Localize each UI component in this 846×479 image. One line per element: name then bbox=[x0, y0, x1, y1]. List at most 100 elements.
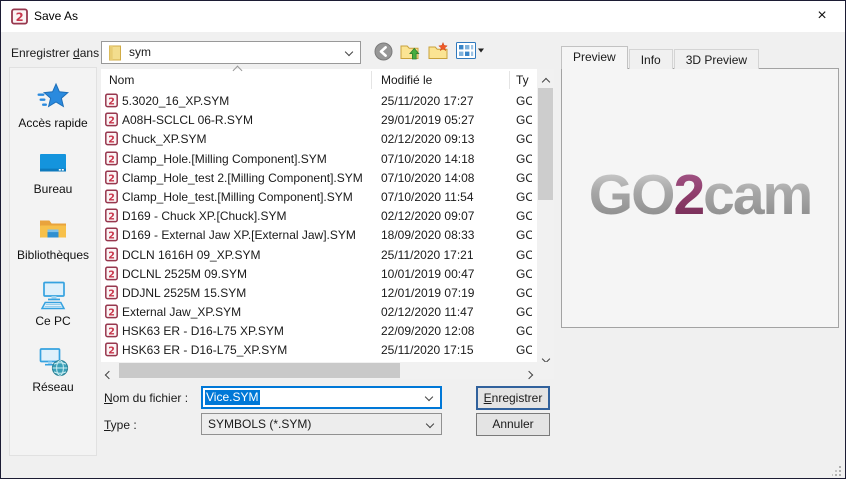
file-modified: 10/01/2019 00:47 bbox=[381, 267, 474, 281]
file-name: Clamp_Hole_test 2.[Milling Component].SY… bbox=[122, 171, 363, 185]
go2cam-file-icon: 2 bbox=[105, 93, 118, 108]
libraries-icon bbox=[37, 213, 69, 245]
vertical-scrollbar[interactable] bbox=[537, 69, 554, 362]
sidebar-item-network[interactable]: Réseau bbox=[10, 345, 96, 394]
title-bar[interactable]: 2 Save As × bbox=[1, 1, 845, 32]
file-name: HSK63 ER - D16-L75_XP.SYM bbox=[122, 343, 287, 357]
file-row[interactable]: 2 HSK63 ER - D16-L75 XP.SYM 22/09/2020 1… bbox=[101, 321, 537, 340]
file-row[interactable]: 2 Clamp_Hole_test.[Milling Component].SY… bbox=[101, 187, 537, 206]
filename-label: Nom du fichier : bbox=[104, 391, 188, 405]
file-row[interactable]: 2 A08H-SCLCL 06-R.SYM 29/01/2019 05:27 G… bbox=[101, 110, 537, 129]
column-header-name[interactable]: Nom bbox=[109, 73, 134, 87]
up-one-level-button[interactable] bbox=[399, 41, 422, 64]
file-name: 5.3020_16_XP.SYM bbox=[122, 94, 229, 108]
go2cam-file-icon: 2 bbox=[105, 189, 118, 204]
go2cam-file-icon: 2 bbox=[105, 170, 118, 185]
column-separator[interactable] bbox=[371, 71, 372, 89]
filename-input[interactable]: Vice.SYM bbox=[201, 386, 442, 409]
tab-info[interactable]: Info bbox=[629, 49, 673, 69]
chevron-down-icon[interactable] bbox=[345, 48, 353, 56]
go2cam-file-icon: 2 bbox=[105, 323, 118, 338]
chevron-down-icon[interactable] bbox=[425, 393, 433, 401]
window-title: Save As bbox=[34, 1, 78, 32]
file-rows: 2 5.3020_16_XP.SYM 25/11/2020 17:27 GO 2… bbox=[101, 91, 537, 362]
new-folder-icon bbox=[428, 49, 449, 63]
scroll-down-icon[interactable] bbox=[537, 346, 554, 362]
location-combobox[interactable]: sym bbox=[101, 41, 361, 64]
scroll-left-icon[interactable] bbox=[101, 362, 117, 379]
places-sidebar: Accès rapide Bureau Bibliothèques Ce PC … bbox=[9, 67, 97, 456]
file-modified: 22/09/2020 12:08 bbox=[381, 324, 474, 338]
back-icon bbox=[374, 50, 393, 64]
svg-text:2: 2 bbox=[108, 173, 115, 184]
filetype-combobox[interactable]: SYMBOLS (*.SYM) bbox=[201, 413, 442, 435]
file-type: GO bbox=[516, 190, 532, 204]
horizontal-scrollbar[interactable] bbox=[101, 362, 537, 379]
cancel-button[interactable]: Annuler bbox=[476, 413, 550, 436]
file-type: GO bbox=[516, 305, 532, 319]
svg-text:2: 2 bbox=[108, 288, 115, 299]
svg-text:2: 2 bbox=[108, 269, 115, 280]
sidebar-item-desktop[interactable]: Bureau bbox=[10, 147, 96, 196]
desktop-icon bbox=[37, 147, 69, 179]
file-name: DCLN 1616H 09_XP.SYM bbox=[122, 248, 261, 262]
file-type: GO bbox=[516, 113, 532, 127]
column-header-modified[interactable]: Modifié le bbox=[381, 73, 432, 87]
file-row[interactable]: 2 5.3020_16_XP.SYM 25/11/2020 17:27 GO bbox=[101, 91, 537, 110]
scroll-up-icon[interactable] bbox=[537, 69, 554, 85]
close-icon[interactable]: × bbox=[809, 1, 835, 32]
tab-preview[interactable]: Preview bbox=[561, 46, 628, 69]
file-type: GO bbox=[516, 94, 532, 108]
file-modified: 02/12/2020 09:13 bbox=[381, 132, 474, 146]
dialog-toolbar bbox=[373, 41, 490, 65]
preview-tabs: PreviewInfo3D Preview bbox=[561, 46, 760, 69]
list-header: Nom Modifié le Ty bbox=[101, 69, 537, 91]
file-type: GO bbox=[516, 132, 532, 146]
sidebar-item-this-pc[interactable]: Ce PC bbox=[10, 279, 96, 328]
file-row[interactable]: 2 DCLNL 2525M 09.SYM 10/01/2019 00:47 GO bbox=[101, 264, 537, 283]
go2cam-app-icon: 2 bbox=[11, 8, 28, 25]
file-name: DCLNL 2525M 09.SYM bbox=[122, 267, 247, 281]
chevron-down-icon[interactable] bbox=[426, 420, 434, 428]
scroll-right-icon[interactable] bbox=[521, 362, 537, 379]
column-separator[interactable] bbox=[509, 71, 510, 89]
file-modified: 12/01/2019 07:19 bbox=[381, 286, 474, 300]
network-icon bbox=[37, 345, 69, 377]
svg-text:2: 2 bbox=[108, 346, 115, 357]
this-pc-icon bbox=[37, 279, 69, 311]
sort-asc-icon bbox=[233, 66, 243, 76]
file-modified: 29/01/2019 05:27 bbox=[381, 113, 474, 127]
save-button[interactable]: Enregistrer bbox=[476, 386, 550, 410]
file-row[interactable]: 2 DCLN 1616H 09_XP.SYM 25/11/2020 17:21 … bbox=[101, 245, 537, 264]
file-name: External Jaw_XP.SYM bbox=[122, 305, 241, 319]
vertical-scroll-thumb[interactable] bbox=[538, 88, 553, 200]
svg-text:2: 2 bbox=[108, 135, 115, 146]
sidebar-item-libraries[interactable]: Bibliothèques bbox=[10, 213, 96, 262]
svg-text:2: 2 bbox=[108, 116, 115, 127]
file-row[interactable]: 2 D169 - Chuck XP.[Chuck].SYM 02/12/2020… bbox=[101, 206, 537, 225]
file-row[interactable]: 2 HSK63 ER - D16-L75_XP.SYM 25/11/2020 1… bbox=[101, 340, 537, 359]
horizontal-scroll-thumb[interactable] bbox=[119, 363, 400, 378]
go2cam-file-icon: 2 bbox=[105, 131, 118, 146]
save-in-label: Enregistrer dans : bbox=[11, 46, 106, 60]
svg-text:2: 2 bbox=[108, 192, 115, 203]
tab-3d-preview[interactable]: 3D Preview bbox=[674, 49, 759, 69]
file-row[interactable]: 2 Chuck_XP.SYM 02/12/2020 09:13 GO bbox=[101, 129, 537, 148]
go2cam-file-icon: 2 bbox=[105, 266, 118, 281]
file-row[interactable]: 2 D169 - External Jaw XP.[External Jaw].… bbox=[101, 225, 537, 244]
go2cam-file-icon: 2 bbox=[105, 247, 118, 262]
column-header-type[interactable]: Ty bbox=[516, 73, 529, 87]
sidebar-item-quick-access[interactable]: Accès rapide bbox=[10, 81, 96, 130]
go2cam-file-icon: 2 bbox=[105, 342, 118, 357]
type-label: Type : bbox=[104, 418, 137, 432]
file-row[interactable]: 2 Clamp_Hole.[Milling Component].SYM 07/… bbox=[101, 149, 537, 168]
file-list: Nom Modifié le Ty 2 5.3020_16_XP.SYM 25/… bbox=[101, 69, 554, 379]
file-row[interactable]: 2 DDJNL 2525M 15.SYM 12/01/2019 07:19 GO bbox=[101, 283, 537, 302]
resize-grip[interactable] bbox=[832, 465, 842, 475]
file-row[interactable]: 2 Clamp_Hole_test 2.[Milling Component].… bbox=[101, 168, 537, 187]
file-modified: 07/10/2020 11:54 bbox=[381, 190, 474, 204]
view-menu-button[interactable] bbox=[455, 41, 485, 63]
file-row[interactable]: 2 External Jaw_XP.SYM 02/12/2020 11:47 G… bbox=[101, 302, 537, 321]
back-button[interactable] bbox=[373, 41, 394, 65]
new-folder-button[interactable] bbox=[427, 41, 450, 64]
